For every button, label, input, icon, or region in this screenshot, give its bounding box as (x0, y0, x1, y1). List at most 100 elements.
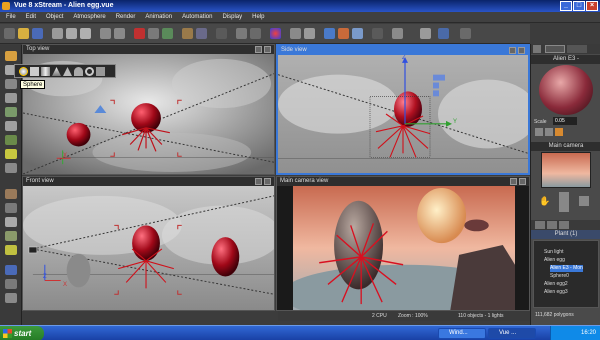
text-tool-icon[interactable] (5, 121, 17, 131)
display-icon[interactable] (216, 28, 227, 39)
ecosystem-tool-icon[interactable] (5, 189, 17, 199)
maximize-viewport-icon[interactable] (264, 178, 271, 185)
taskbar-item-vue[interactable]: Vue ... (488, 328, 536, 339)
front-viewport[interactable]: Front view Z X (22, 176, 275, 311)
delete-icon[interactable] (134, 28, 145, 39)
menu-atmosphere[interactable]: Atmosphere (73, 12, 105, 22)
maximize-viewport-icon[interactable] (264, 46, 271, 53)
pyramid-icon[interactable] (63, 67, 72, 76)
material-icon[interactable] (535, 128, 543, 136)
paste-icon[interactable] (80, 28, 91, 39)
viewport-menu-icon[interactable] (510, 178, 517, 185)
viewport-menu-icon[interactable] (255, 46, 262, 53)
camera-tool-icon[interactable] (5, 163, 17, 173)
sphere-icon[interactable] (19, 67, 28, 76)
side-viewport[interactable]: Side view Z Y (276, 44, 530, 175)
front-viewport-canvas[interactable]: Z X (23, 186, 274, 310)
function-icon[interactable] (545, 128, 553, 136)
tab-settings[interactable] (567, 45, 587, 53)
boolean-tool-icon[interactable] (5, 217, 17, 227)
tree-item-alien-e3[interactable]: Alien E3 - Mon (550, 265, 583, 272)
color-icon[interactable] (270, 28, 281, 39)
sphere-tool-icon[interactable] (5, 51, 17, 61)
tree-item-alien-egg3[interactable]: Alien egg3 (544, 289, 568, 296)
redo-icon[interactable] (114, 28, 125, 39)
camera-move-icon[interactable] (559, 192, 569, 212)
side-viewport-canvas[interactable]: Z Y (278, 55, 528, 173)
render-preview-icon[interactable] (324, 28, 335, 39)
tab-object[interactable] (545, 45, 565, 53)
viewport-menu-icon[interactable] (509, 47, 516, 54)
maximize-viewport-icon[interactable] (519, 178, 526, 185)
torus-icon[interactable] (74, 67, 83, 76)
copy-icon[interactable] (66, 28, 77, 39)
rock-tool-icon[interactable] (5, 93, 17, 103)
light-tool-icon[interactable] (5, 149, 17, 159)
tree-item-alien-egg2[interactable]: Alien egg2 (544, 281, 568, 288)
view-layout-icon[interactable] (460, 28, 471, 39)
camera-toggle-icon[interactable] (236, 28, 247, 39)
save-icon[interactable] (32, 28, 43, 39)
water-tool-icon[interactable] (5, 79, 17, 89)
zoom-icon[interactable] (250, 28, 261, 39)
start-button[interactable]: start (0, 326, 44, 340)
tree-tool-icon[interactable] (5, 135, 17, 145)
camera-viewport-canvas[interactable] (277, 186, 529, 310)
layer-tab-2[interactable] (547, 221, 557, 229)
minimize-button[interactable]: _ (560, 1, 572, 11)
material-preview[interactable] (539, 65, 593, 115)
library-tool-icon[interactable] (5, 279, 17, 289)
grass-tool-icon[interactable] (5, 231, 17, 241)
cube-icon[interactable] (30, 67, 39, 76)
plane-icon[interactable] (96, 67, 105, 76)
tree-item-alien-egg[interactable]: Alien egg (544, 257, 565, 264)
settings-icon[interactable] (290, 28, 301, 39)
menu-automation[interactable]: Automation (182, 12, 212, 22)
taskbar-item-windows[interactable]: Wind... (438, 328, 486, 339)
ring-icon[interactable] (85, 67, 94, 76)
align-icon[interactable] (196, 28, 207, 39)
render-icon[interactable] (438, 28, 449, 39)
cut-icon[interactable] (52, 28, 63, 39)
camera-preview[interactable] (541, 152, 591, 188)
close-button[interactable]: × (586, 1, 598, 11)
new-scene-icon[interactable] (4, 28, 15, 39)
film-icon[interactable] (372, 28, 383, 39)
options-icon[interactable] (304, 28, 315, 39)
layer-tab-1[interactable] (535, 221, 545, 229)
animate-icon[interactable] (555, 128, 563, 136)
maximize-button[interactable]: □ (573, 1, 585, 11)
cylinder-icon[interactable] (41, 67, 50, 76)
menu-file[interactable]: File (6, 12, 16, 22)
menu-edit[interactable]: Edit (26, 12, 36, 22)
group-icon[interactable] (148, 28, 159, 39)
sun-icon[interactable] (338, 28, 349, 39)
tree-item-sphere0[interactable]: Sphere0 (550, 273, 569, 280)
spotlight-tool-icon[interactable] (5, 245, 17, 255)
plant-editor-icon[interactable] (5, 293, 17, 303)
grid-icon[interactable] (392, 28, 403, 39)
menu-render[interactable]: Render (116, 12, 136, 22)
layer-tab-3[interactable] (559, 221, 569, 229)
undo-icon[interactable] (100, 28, 111, 39)
open-icon[interactable] (18, 28, 29, 39)
camera-viewport[interactable]: Main camera view (276, 176, 530, 311)
metablob-tool-icon[interactable] (5, 203, 17, 213)
plant-tool-icon[interactable] (5, 107, 17, 117)
viewport-menu-icon[interactable] (255, 178, 262, 185)
import-tool-icon[interactable] (5, 265, 17, 275)
menu-animation[interactable]: Animation (145, 12, 172, 22)
tab-icon[interactable] (533, 45, 541, 53)
menu-help[interactable]: Help (252, 12, 264, 22)
menu-display[interactable]: Display (222, 12, 242, 22)
material-icon[interactable] (182, 28, 193, 39)
atmosphere-icon[interactable] (352, 28, 363, 39)
pan-hand-icon[interactable]: ✋ (539, 196, 550, 206)
maximize-viewport-icon[interactable] (518, 47, 525, 54)
cone-icon[interactable] (52, 67, 61, 76)
scale-input[interactable]: 0.05 (553, 117, 577, 125)
menu-object[interactable]: Object (46, 12, 63, 22)
tree-item-sun-light[interactable]: Sun light (544, 249, 563, 256)
layout-icon[interactable] (420, 28, 431, 39)
drop-object-icon[interactable] (162, 28, 173, 39)
